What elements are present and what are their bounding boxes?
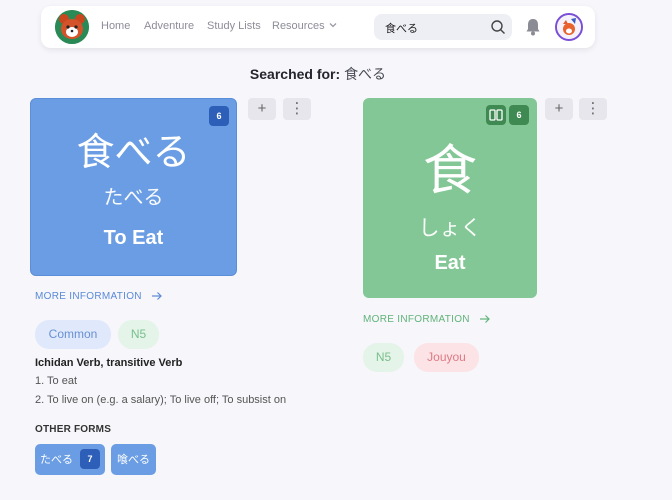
search-input[interactable]: 食べる: [374, 14, 512, 40]
arrow-right-icon: [479, 315, 490, 324]
kanji-count-badge: 6: [509, 105, 529, 125]
word-more-options-button[interactable]: ⋮: [283, 98, 311, 120]
other-form-text: たべる: [40, 453, 73, 466]
kanji-meaning: Eat: [434, 252, 466, 274]
word-card[interactable]: 食べる たべる To Eat 6: [30, 98, 237, 276]
definition-sense-2: 2. To live on (e.g. a salary); To live o…: [35, 394, 287, 406]
definition-sense-1: 1. To eat: [35, 375, 77, 387]
nav-resources-link[interactable]: Resources: [272, 20, 325, 32]
word-meaning: To Eat: [103, 227, 164, 249]
more-information-label: MORE INFORMATION: [363, 314, 470, 325]
add-kanji-button[interactable]: +: [545, 98, 573, 120]
search-heading-label: Searched for:: [249, 66, 341, 82]
red-panda-logo-icon[interactable]: [55, 10, 89, 44]
jouyou-tag: Jouyou: [414, 343, 479, 372]
other-form-text: 喰べる: [117, 453, 150, 466]
other-form-count-badge: 7: [80, 449, 100, 469]
search-value: 食べる: [385, 22, 418, 35]
bell-icon[interactable]: [524, 17, 542, 37]
stroke-order-icon[interactable]: [486, 105, 506, 125]
other-form-button[interactable]: 喰べる: [111, 444, 156, 475]
word-reading: たべる: [103, 185, 164, 209]
search-heading-term: 食べる: [344, 67, 387, 83]
search-heading: Searched for: 食べる: [0, 64, 636, 84]
other-forms-heading: OTHER FORMS: [35, 424, 112, 435]
kanji-card[interactable]: 食 しょく Eat 6: [363, 98, 537, 298]
add-word-button[interactable]: +: [248, 98, 276, 120]
chevron-down-icon[interactable]: [328, 20, 338, 30]
word-more-information-link[interactable]: MORE INFORMATION: [35, 291, 163, 302]
kanji-jlpt-n5-tag: N5: [363, 343, 404, 372]
other-form-button[interactable]: たべる 7: [35, 444, 105, 475]
more-information-label: MORE INFORMATION: [35, 291, 142, 302]
nav-home-link[interactable]: Home: [101, 20, 130, 32]
arrow-right-icon: [151, 292, 162, 301]
kanji-reading: しょく: [418, 216, 482, 240]
common-tag: Common: [35, 320, 111, 349]
word-text: 食べる: [76, 130, 191, 174]
kanji-text: 食: [423, 139, 477, 202]
user-avatar[interactable]: [555, 13, 583, 41]
search-icon[interactable]: [490, 19, 506, 35]
kanji-more-information-link[interactable]: MORE INFORMATION: [363, 314, 491, 325]
nav-adventure-link[interactable]: Adventure: [144, 20, 194, 32]
word-count-badge: 6: [209, 106, 229, 126]
kanji-more-options-button[interactable]: ⋮: [579, 98, 607, 120]
part-of-speech: Ichidan Verb, transitive Verb: [35, 357, 183, 369]
top-navbar: Home Adventure Study Lists Resources 食べる: [41, 6, 595, 48]
jlpt-n5-tag: N5: [118, 320, 159, 349]
nav-study-lists-link[interactable]: Study Lists: [207, 20, 261, 32]
